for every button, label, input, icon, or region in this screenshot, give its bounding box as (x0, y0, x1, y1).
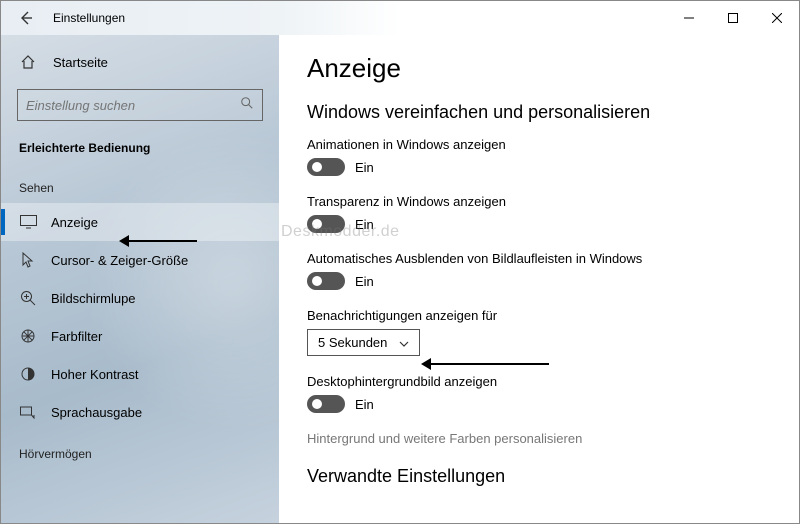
back-button[interactable] (15, 8, 35, 28)
close-button[interactable] (755, 2, 799, 34)
toggle-animations[interactable] (307, 158, 345, 176)
nav-cursor[interactable]: Cursor- & Zeiger-Größe (1, 241, 279, 279)
display-icon (19, 213, 37, 231)
home-icon (19, 53, 37, 71)
nav-magnifier[interactable]: Bildschirmlupe (1, 279, 279, 317)
group-sehen: Sehen (1, 165, 279, 203)
personalize-link[interactable]: Hintergrund und weitere Farben personali… (307, 431, 771, 446)
setting-notifications: Benachrichtigungen anzeigen für 5 Sekund… (307, 308, 771, 356)
search-box[interactable] (17, 89, 263, 121)
nav-narrator[interactable]: Sprachausgabe (1, 393, 279, 431)
setting-label: Desktophintergrundbild anzeigen (307, 374, 771, 389)
group-hoer: Hörvermögen (1, 431, 279, 469)
toggle-wallpaper[interactable] (307, 395, 345, 413)
chevron-down-icon (399, 335, 409, 350)
search-icon (240, 96, 254, 115)
toggle-state: Ein (355, 397, 374, 412)
window-title: Einstellungen (53, 11, 125, 25)
nav-colorfilter[interactable]: Farbfilter (1, 317, 279, 355)
home-label: Startseite (53, 55, 108, 70)
main-content: Anzeige Windows vereinfachen und persona… (279, 35, 799, 523)
setting-wallpaper: Desktophintergrundbild anzeigen Ein (307, 374, 771, 413)
contrast-icon (19, 365, 37, 383)
toggle-state: Ein (355, 274, 374, 289)
toggle-autohide[interactable] (307, 272, 345, 290)
page-title: Anzeige (307, 53, 771, 84)
magnifier-icon (19, 289, 37, 307)
colorfilter-icon (19, 327, 37, 345)
setting-transparency: Transparenz in Windows anzeigen Ein (307, 194, 771, 233)
toggle-transparency[interactable] (307, 215, 345, 233)
nav-contrast[interactable]: Hoher Kontrast (1, 355, 279, 393)
nav-label: Farbfilter (51, 329, 102, 344)
sidebar: Startseite Erleichterte Bedienung Sehen … (1, 35, 279, 523)
titlebar: Einstellungen (1, 1, 799, 35)
minimize-button[interactable] (667, 2, 711, 34)
nav-label: Sprachausgabe (51, 405, 142, 420)
sidebar-heading: Erleichterte Bedienung (1, 135, 279, 165)
nav-label: Bildschirmlupe (51, 291, 136, 306)
setting-label: Benachrichtigungen anzeigen für (307, 308, 771, 323)
group-title: Windows vereinfachen und personalisieren (307, 102, 771, 123)
search-input[interactable] (26, 98, 240, 113)
notifications-select[interactable]: 5 Sekunden (307, 329, 420, 356)
narrator-icon (19, 403, 37, 421)
nav-label: Hoher Kontrast (51, 367, 138, 382)
home-button[interactable]: Startseite (1, 43, 279, 81)
nav-label: Cursor- & Zeiger-Größe (51, 253, 188, 268)
setting-autohide: Automatisches Ausblenden von Bildlauflei… (307, 251, 771, 290)
toggle-state: Ein (355, 160, 374, 175)
nav-label: Anzeige (51, 215, 98, 230)
select-value: 5 Sekunden (318, 335, 387, 350)
related-title: Verwandte Einstellungen (307, 466, 771, 487)
setting-label: Animationen in Windows anzeigen (307, 137, 771, 152)
cursor-icon (19, 251, 37, 269)
toggle-state: Ein (355, 217, 374, 232)
setting-label: Automatisches Ausblenden von Bildlauflei… (307, 251, 771, 266)
maximize-button[interactable] (711, 2, 755, 34)
setting-label: Transparenz in Windows anzeigen (307, 194, 771, 209)
nav-anzeige[interactable]: Anzeige (1, 203, 279, 241)
setting-animations: Animationen in Windows anzeigen Ein (307, 137, 771, 176)
